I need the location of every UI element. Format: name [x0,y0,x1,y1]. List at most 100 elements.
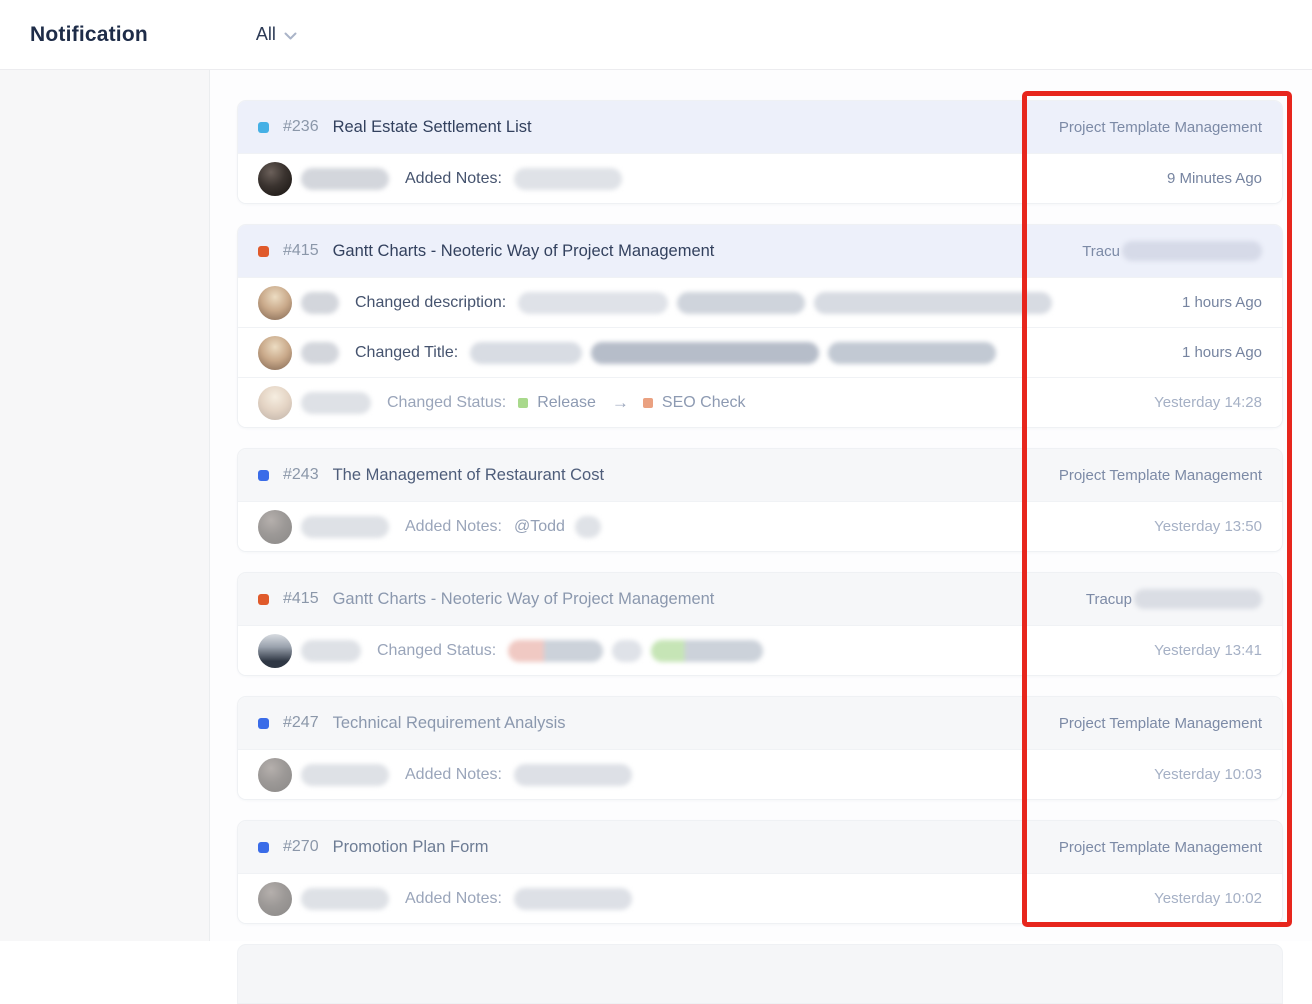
notification-row[interactable]: Added Notes:Yesterday 10:02 [238,873,1282,923]
project-name-text: Tracup [1086,591,1132,608]
notification-row[interactable]: Changed Status:Release→SEO CheckYesterda… [238,377,1282,427]
redacted-content [828,342,996,364]
redacted-content [677,292,805,314]
issue-title: Promotion Plan Form [333,838,489,857]
redacted-user-name [301,292,339,314]
notification-row[interactable]: Added Notes: @Todd Yesterday 13:50 [238,501,1282,551]
row-content: @Todd [514,516,1154,538]
redacted-user-name [301,640,361,662]
redacted-content [612,640,642,662]
user-avatar [258,634,292,668]
user-avatar [258,336,292,370]
notification-list-panel: #236 Real Estate Settlement List Project T… [210,70,1312,941]
notification-header[interactable]: #270Promotion Plan FormProject Template … [238,821,1282,873]
notification-list: #236 Real Estate Settlement List Project T… [210,70,1312,1004]
notification-row[interactable]: Changed Title:1 hours Ago [238,327,1282,377]
project-name: Project Template Management [1059,839,1262,856]
notification-header[interactable]: #415 Gantt Charts - Neoteric Way of Proje… [238,225,1282,277]
user-avatar [258,162,292,196]
timestamp: Yesterday 10:03 [1154,766,1262,783]
user-avatar [258,882,292,916]
timestamp: 9 Minutes Ago [1167,170,1262,187]
project-name-text: Tracu [1082,243,1120,260]
project-name: Tracu [1082,241,1262,261]
action-label: Changed Status: [377,642,496,660]
issue-title: Technical Requirement Analysis [333,714,566,733]
priority-bullet-icon [258,470,269,481]
issue-number: #415 [283,590,319,608]
issue-title: Gantt Charts - Neoteric Way of Project M… [333,242,715,261]
action-label: Added Notes: [405,170,502,188]
redacted-user-name [301,392,371,414]
project-name: Project Template Management [1059,715,1262,732]
action-label: Changed description: [355,294,506,312]
user-avatar [258,758,292,792]
notification-header[interactable]: #247 Technical Requirement Analysis Projec… [238,697,1282,749]
row-content [514,888,1154,910]
notification-card: #270Promotion Plan FormProject Template … [237,820,1283,924]
project-name-text: Project Template Management [1059,119,1262,136]
redacted-project-name [1122,241,1262,261]
status-chip: Release [518,394,596,412]
issue-number: #415 [283,242,319,260]
redacted-content [514,764,632,786]
timestamp: Yesterday 13:50 [1154,518,1262,535]
priority-bullet-icon [258,718,269,729]
redacted-content [518,292,668,314]
status-label: SEO Check [662,394,746,412]
redacted-content [514,888,632,910]
partial-notification-card[interactable] [237,944,1283,1004]
row-content [508,640,1154,662]
user-avatar [258,386,292,420]
timestamp: Yesterday 14:28 [1154,394,1262,411]
row-content [518,292,1182,314]
notification-row[interactable]: Changed description:1 hours Ago [238,277,1282,327]
user-avatar [258,510,292,544]
notification-filter-dropdown[interactable]: All [256,24,297,45]
notification-header[interactable]: #243The Management of Restaurant CostPro… [238,449,1282,501]
redacted-user-name [301,516,389,538]
left-sidebar [0,70,210,941]
notification-row[interactable]: Added Notes:Yesterday 10:03 [238,749,1282,799]
issue-title: Real Estate Settlement List [333,118,532,137]
notification-header[interactable]: #415 Gantt Charts - Neoteric Way of Proje… [238,573,1282,625]
mention-text: @Todd [514,518,565,536]
notification-header[interactable]: #236 Real Estate Settlement List Project T… [238,101,1282,153]
notification-row[interactable]: Changed Status: Yesterday 13:41 [238,625,1282,675]
redacted-user-name [301,168,389,190]
priority-bullet-icon [258,594,269,605]
notification-card: #236 Real Estate Settlement List Project T… [237,100,1283,204]
redacted-user-name [301,342,339,364]
redacted-project-name [1134,589,1262,609]
issue-title: Gantt Charts - Neoteric Way of Project M… [333,590,715,609]
redacted-user-name [301,764,389,786]
timestamp: Yesterday 13:41 [1154,642,1262,659]
issue-number: #236 [283,118,319,136]
action-label: Changed Status: [387,394,506,412]
notification-card: #247 Technical Requirement Analysis Projec… [237,696,1283,800]
redacted-content [575,516,601,538]
project-name: Project Template Management [1059,119,1262,136]
row-content [470,342,1182,364]
project-name-text: Project Template Management [1059,839,1262,856]
redacted-content [514,168,622,190]
redacted-content [470,342,582,364]
priority-bullet-icon [258,842,269,853]
notification-row[interactable]: Added Notes: 9 Minutes Ago [238,153,1282,203]
timestamp: 1 hours Ago [1182,344,1262,361]
project-name-text: Project Template Management [1059,467,1262,484]
project-name: Tracup [1086,589,1262,609]
timestamp: Yesterday 10:02 [1154,890,1262,907]
priority-bullet-icon [258,122,269,133]
issue-number: #247 [283,714,319,732]
top-bar: Notification All [0,0,1312,70]
row-content [514,168,1167,190]
issue-title: The Management of Restaurant Cost [333,466,604,485]
status-label: Release [537,394,596,412]
status-dot-icon [643,398,653,408]
redacted-content [814,292,1052,314]
action-label: Added Notes: [405,518,502,536]
status-chip: SEO Check [643,394,746,412]
row-content [514,764,1154,786]
priority-bullet-icon [258,246,269,257]
